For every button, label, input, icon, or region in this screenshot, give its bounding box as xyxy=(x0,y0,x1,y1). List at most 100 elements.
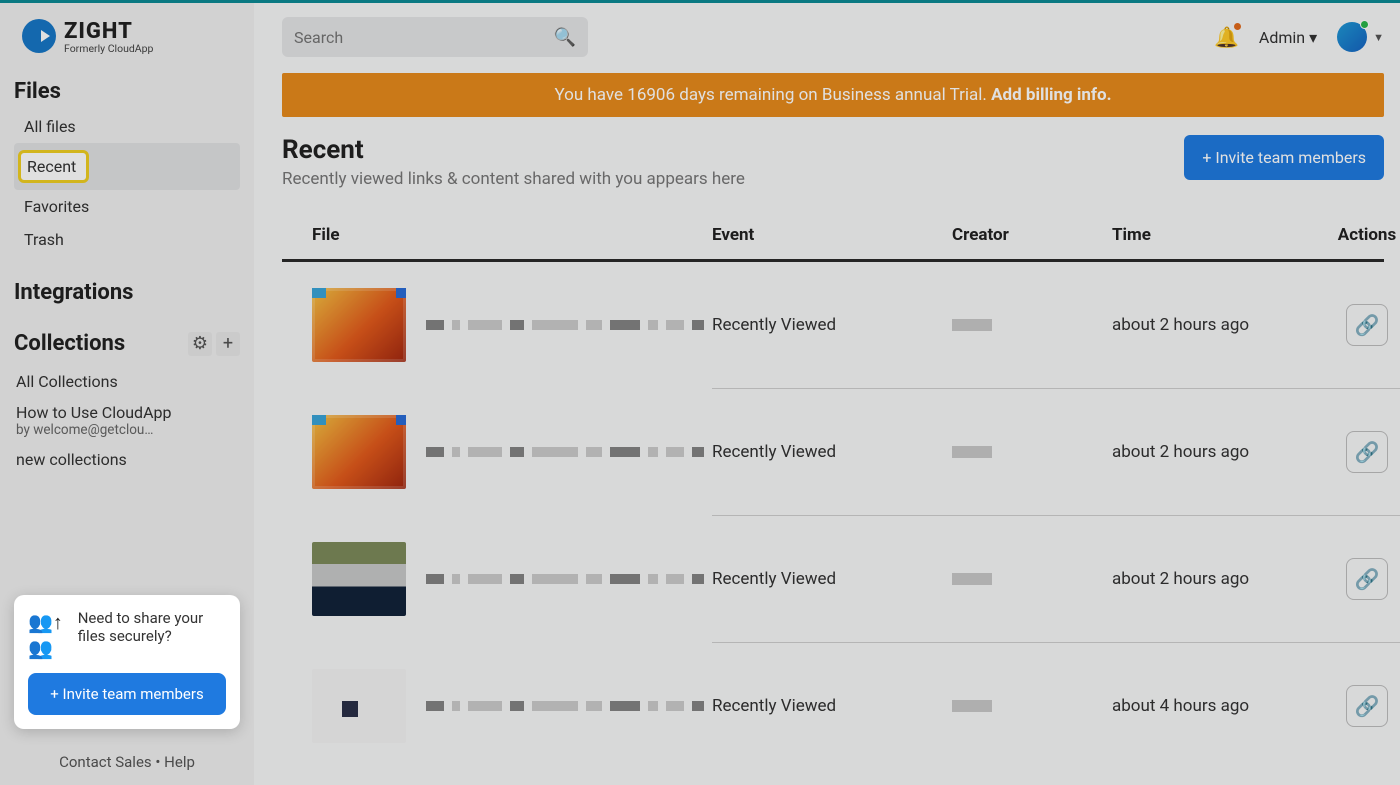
table-row[interactable]: Recently Viewedabout 2 hours ago🔗 xyxy=(282,516,1384,642)
file-thumbnail[interactable] xyxy=(312,542,406,616)
copy-link-button[interactable]: 🔗 xyxy=(1346,558,1388,600)
file-thumbnail[interactable] xyxy=(312,288,406,362)
recent-table: File Event Creator Time Actions Recently… xyxy=(282,225,1384,769)
file-name-redacted xyxy=(426,701,704,711)
logo-icon xyxy=(22,19,56,53)
contact-sales-link[interactable]: Contact Sales xyxy=(59,753,152,771)
file-thumbnail[interactable] xyxy=(312,415,406,489)
banner-days: 16906 xyxy=(627,85,675,105)
table-row[interactable]: Recently Viewed about 4 hours ago 🔗 xyxy=(282,643,1384,769)
page-subtitle: Recently viewed links & content shared w… xyxy=(282,169,745,189)
presence-dot-icon xyxy=(1360,20,1369,29)
link-icon: 🔗 xyxy=(1355,440,1380,464)
creator-redacted xyxy=(952,700,992,712)
admin-menu[interactable]: Admin ▾ xyxy=(1259,28,1317,47)
time-cell: about 4 hours ago xyxy=(1112,696,1302,716)
topbar: 🔍 🔔 Admin ▾ ▼ xyxy=(282,17,1384,57)
nav-recent-label: Recent xyxy=(18,150,89,183)
banner-pre: You have xyxy=(554,85,627,105)
table-row[interactable]: Recently Viewed about 2 hours ago 🔗 xyxy=(282,262,1384,388)
promo-invite-button[interactable]: + Invite team members xyxy=(28,673,226,715)
brand-tagline: Formerly CloudApp xyxy=(64,42,153,55)
link-icon: 🔗 xyxy=(1355,313,1380,337)
creator-cell xyxy=(952,319,1112,331)
collection-all[interactable]: All Collections xyxy=(14,366,240,397)
event-cell: Recently Viewed xyxy=(712,696,952,716)
user-avatar-menu[interactable]: ▼ xyxy=(1337,22,1384,52)
brand-logo[interactable]: ZIGHT Formerly CloudApp xyxy=(22,19,240,55)
search-box[interactable]: 🔍 xyxy=(282,17,588,57)
collection-new[interactable]: new collections xyxy=(14,444,240,475)
promo-text: Need to share your files securely? xyxy=(78,609,226,645)
file-name-redacted xyxy=(426,320,704,330)
trial-banner: You have 16906 days remaining on Busines… xyxy=(282,73,1384,117)
gear-icon: ⚙ xyxy=(192,333,208,354)
table-header: File Event Creator Time Actions xyxy=(282,225,1384,262)
collections-settings-button[interactable]: ⚙ xyxy=(188,332,212,356)
chevron-down-icon: ▼ xyxy=(1373,31,1384,44)
file-cell xyxy=(312,669,712,743)
collection-howto[interactable]: How to Use CloudApp by welcome@getclou… xyxy=(14,397,240,444)
event-cell: Recently Viewed xyxy=(712,442,952,462)
sidebar-footer: Contact Sales • Help xyxy=(0,753,254,771)
creator-redacted xyxy=(952,319,992,331)
search-input[interactable] xyxy=(294,28,546,47)
actions-cell: 🔗 xyxy=(1302,304,1400,346)
file-cell xyxy=(312,542,712,616)
col-creator: Creator xyxy=(952,225,1112,245)
creator-cell xyxy=(952,446,1112,458)
notifications-button[interactable]: 🔔 xyxy=(1214,25,1239,49)
collections-section-title: Collections xyxy=(14,331,125,356)
copy-link-button[interactable]: 🔗 xyxy=(1346,304,1388,346)
page-title: Recent xyxy=(282,135,745,165)
search-icon[interactable]: 🔍 xyxy=(554,27,576,48)
notification-dot-icon xyxy=(1234,23,1241,30)
nav-all-files[interactable]: All files xyxy=(14,110,240,143)
table-row[interactable]: Recently Viewed about 2 hours ago 🔗 xyxy=(282,389,1384,515)
nav-favorites[interactable]: Favorites xyxy=(14,190,240,223)
invite-team-button[interactable]: + Invite team members xyxy=(1184,135,1384,180)
nav-recent[interactable]: Recent xyxy=(14,143,240,190)
banner-mid: days remaining on Business annual Trial. xyxy=(675,85,991,105)
avatar-icon xyxy=(1337,22,1367,52)
actions-cell: 🔗 xyxy=(1302,558,1400,600)
sidebar: ZIGHT Formerly CloudApp Files All files … xyxy=(0,3,254,785)
collection-howto-by: by welcome@getclou… xyxy=(16,422,238,438)
col-actions: Actions xyxy=(1302,225,1400,245)
brand-name: ZIGHT xyxy=(64,19,153,44)
link-icon: 🔗 xyxy=(1355,694,1380,718)
nav-trash[interactable]: Trash xyxy=(14,223,240,256)
copy-link-button[interactable]: 🔗 xyxy=(1346,685,1388,727)
files-section-title: Files xyxy=(14,79,240,104)
creator-redacted xyxy=(952,446,992,458)
invite-promo-card: 👥↑👥 Need to share your files securely? +… xyxy=(14,595,240,729)
event-cell: Recently Viewed xyxy=(712,315,952,335)
col-time: Time xyxy=(1112,225,1302,245)
promo-emoji-icon: 👥↑👥 xyxy=(28,609,68,661)
file-cell xyxy=(312,288,712,362)
file-cell xyxy=(312,415,712,489)
footer-separator: • xyxy=(152,753,165,771)
main-content: 🔍 🔔 Admin ▾ ▼ You have 16906 days remain… xyxy=(254,3,1400,785)
plus-icon: + xyxy=(223,333,233,354)
col-file: File xyxy=(312,225,712,245)
collection-howto-label: How to Use CloudApp xyxy=(16,403,238,422)
file-name-redacted xyxy=(426,447,704,457)
time-cell: about 2 hours ago xyxy=(1112,442,1302,462)
event-cell: Recently Viewed xyxy=(712,569,952,589)
collections-add-button[interactable]: + xyxy=(216,332,240,356)
creator-cell xyxy=(952,573,1112,585)
creator-cell xyxy=(952,700,1112,712)
copy-link-button[interactable]: 🔗 xyxy=(1346,431,1388,473)
banner-cta[interactable]: Add billing info. xyxy=(991,85,1111,105)
creator-redacted xyxy=(952,573,992,585)
col-event: Event xyxy=(712,225,952,245)
link-icon: 🔗 xyxy=(1355,567,1380,591)
integrations-section-title[interactable]: Integrations xyxy=(14,280,240,305)
time-cell: about 2 hours ago xyxy=(1112,315,1302,335)
actions-cell: 🔗 xyxy=(1302,431,1400,473)
file-name-redacted xyxy=(426,574,704,584)
help-link[interactable]: Help xyxy=(164,753,195,771)
actions-cell: 🔗 xyxy=(1302,685,1400,727)
file-thumbnail[interactable] xyxy=(312,669,406,743)
